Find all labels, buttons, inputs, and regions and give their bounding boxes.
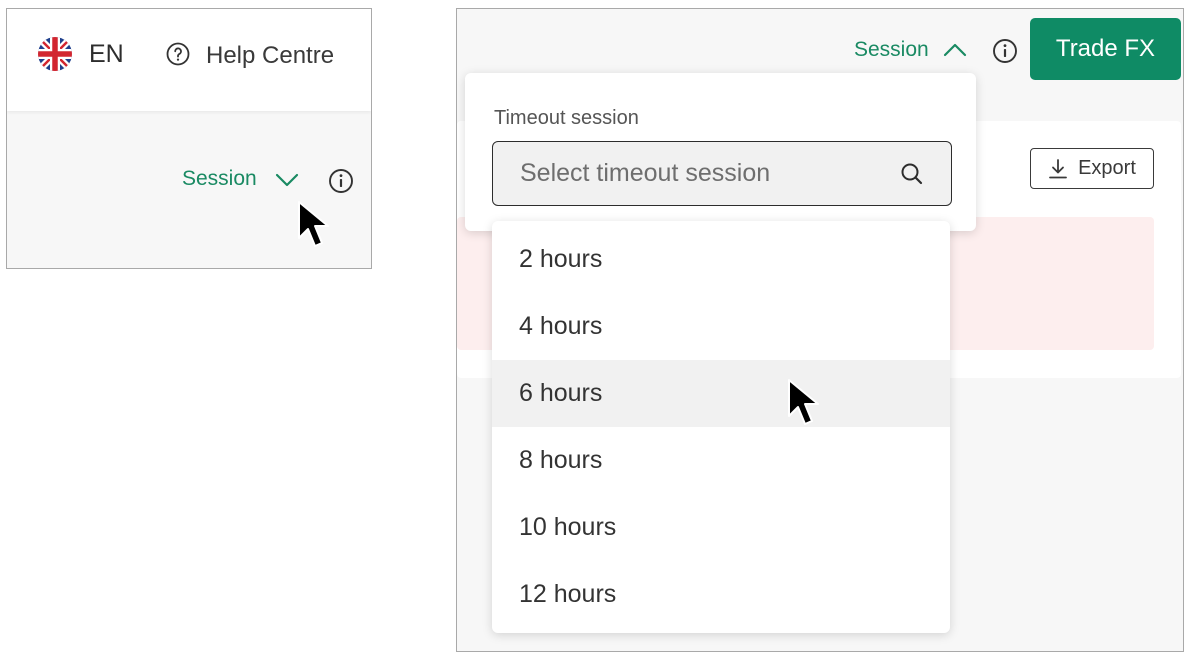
timeout-option[interactable]: 12 hours: [492, 561, 950, 628]
timeout-option[interactable]: 10 hours: [492, 494, 950, 561]
header-open-state: Session Trade FX Export Timeout session …: [456, 8, 1184, 652]
mouse-pointer-icon: [788, 379, 819, 425]
download-icon: [1049, 158, 1067, 178]
timeout-session-label: Timeout session: [494, 107, 639, 129]
chevron-up-icon[interactable]: [943, 42, 967, 58]
timeout-option[interactable]: 2 hours: [492, 226, 950, 293]
chevron-down-icon[interactable]: [275, 172, 299, 188]
search-icon: [901, 163, 923, 185]
trade-fx-button[interactable]: Trade FX: [1030, 18, 1181, 80]
help-centre-link[interactable]: Help Centre: [206, 42, 334, 70]
timeout-option[interactable]: 4 hours: [492, 293, 950, 360]
info-circle-icon[interactable]: [328, 168, 354, 194]
session-toggle[interactable]: Session: [854, 38, 929, 62]
session-toggle[interactable]: Session: [182, 167, 257, 191]
mouse-pointer-icon: [298, 201, 329, 247]
top-bar: EN Help Centre: [7, 9, 371, 111]
timeout-session-dropdown: Timeout session Select timeout session: [465, 73, 976, 231]
question-circle-icon[interactable]: [166, 42, 190, 66]
search-placeholder: Select timeout session: [520, 159, 771, 187]
timeout-options-list: 2 hours 4 hours 6 hours 8 hours 10 hours…: [492, 221, 950, 633]
timeout-option[interactable]: 8 hours: [492, 427, 950, 494]
timeout-option-hovered[interactable]: 6 hours: [492, 360, 950, 427]
header-closed-state: EN Help Centre Session: [6, 8, 372, 269]
language-code[interactable]: EN: [89, 40, 124, 69]
export-button[interactable]: Export: [1030, 148, 1154, 189]
timeout-search-input[interactable]: Select timeout session: [492, 141, 952, 206]
info-circle-icon[interactable]: [992, 38, 1018, 64]
uk-flag-icon[interactable]: [37, 36, 73, 72]
export-label: Export: [1078, 157, 1136, 179]
